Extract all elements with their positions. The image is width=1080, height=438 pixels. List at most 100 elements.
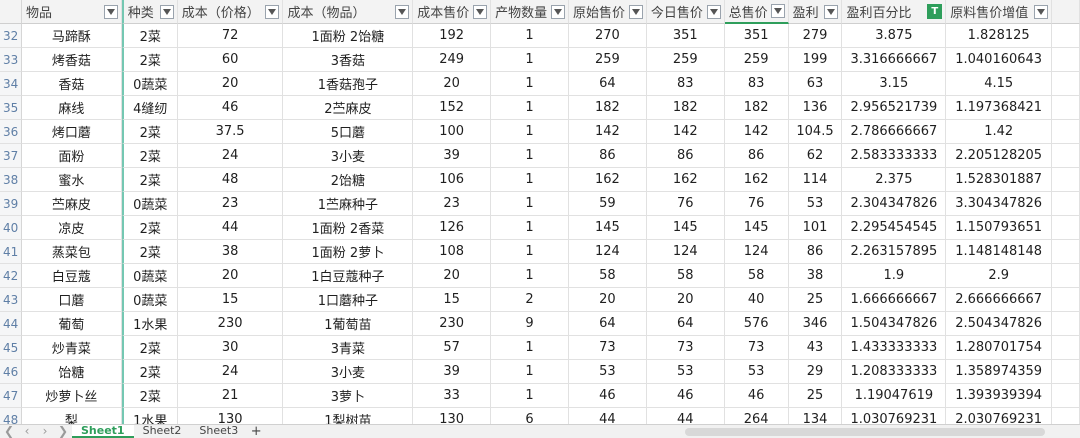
cell-output-qty[interactable]: 1 bbox=[491, 384, 569, 408]
cell-today-price[interactable]: 145 bbox=[646, 216, 725, 240]
cell-total-price[interactable]: 162 bbox=[724, 168, 789, 192]
cell-material-value-add[interactable]: 2.030769231 bbox=[946, 408, 1053, 424]
cell-material-value-add[interactable]: 1.148148148 bbox=[946, 240, 1053, 264]
cell-profit[interactable]: 86 bbox=[788, 240, 843, 264]
column-header-cost-price[interactable]: 成本（价格） bbox=[177, 0, 284, 24]
cell-original-price[interactable]: 73 bbox=[568, 336, 647, 360]
cell-item[interactable]: 炒青菜 bbox=[21, 336, 122, 360]
cell-profit[interactable]: 53 bbox=[788, 192, 843, 216]
cell-cost-sale-price[interactable]: 249 bbox=[413, 48, 492, 72]
row-number[interactable]: 34 bbox=[0, 72, 22, 96]
filter-dropdown-icon[interactable] bbox=[265, 4, 280, 19]
cell-type[interactable]: 2菜 bbox=[121, 240, 178, 264]
active-filter-icon[interactable]: T bbox=[927, 4, 943, 19]
cell-output-qty[interactable]: 1 bbox=[491, 96, 569, 120]
cell-cost-items[interactable]: 5口蘑 bbox=[283, 120, 414, 144]
select-all-corner[interactable] bbox=[0, 0, 22, 24]
filter-dropdown-icon[interactable] bbox=[159, 4, 174, 19]
last-sheet-icon[interactable]: ❯ bbox=[54, 425, 72, 438]
cell-cost-sale-price[interactable]: 39 bbox=[413, 360, 492, 384]
cell-profit-percent[interactable]: 2.956521739 bbox=[842, 96, 947, 120]
cell-material-value-add[interactable]: 1.393939394 bbox=[946, 384, 1053, 408]
sheet-tab-sheet3[interactable]: Sheet3 bbox=[190, 425, 247, 438]
cell-item[interactable]: 饴糖 bbox=[21, 360, 122, 384]
cell-material-value-add[interactable]: 2.504347826 bbox=[946, 312, 1053, 336]
cell-empty[interactable] bbox=[1052, 168, 1080, 192]
cell-profit-percent[interactable]: 1.666666667 bbox=[842, 288, 947, 312]
filter-dropdown-icon[interactable] bbox=[473, 4, 488, 19]
cell-total-price[interactable]: 142 bbox=[724, 120, 789, 144]
cell-profit-percent[interactable]: 1.504347826 bbox=[842, 312, 947, 336]
cell-profit[interactable]: 43 bbox=[788, 336, 843, 360]
cell-cost-sale-price[interactable]: 23 bbox=[413, 192, 492, 216]
cell-type[interactable]: 2菜 bbox=[121, 144, 178, 168]
filter-dropdown-icon[interactable] bbox=[770, 4, 785, 18]
cell-cost-price[interactable]: 30 bbox=[177, 336, 284, 360]
row-number[interactable]: 32 bbox=[0, 24, 22, 48]
cell-original-price[interactable]: 64 bbox=[568, 72, 647, 96]
cell-cost-price[interactable]: 130 bbox=[178, 408, 284, 424]
cell-cost-sale-price[interactable]: 126 bbox=[413, 216, 492, 240]
row-number[interactable]: 40 bbox=[0, 216, 22, 240]
cell-today-price[interactable]: 259 bbox=[646, 48, 725, 72]
cell-item[interactable]: 葡萄 bbox=[21, 312, 122, 336]
cell-total-price[interactable]: 53 bbox=[724, 360, 789, 384]
cell-total-price[interactable]: 73 bbox=[724, 336, 789, 360]
cell-output-qty[interactable]: 1 bbox=[491, 216, 569, 240]
cell-original-price[interactable]: 20 bbox=[568, 288, 647, 312]
cell-empty[interactable] bbox=[1052, 240, 1080, 264]
cell-total-price[interactable]: 145 bbox=[724, 216, 789, 240]
cell-profit[interactable]: 29 bbox=[788, 360, 843, 384]
cell-profit[interactable]: 346 bbox=[788, 312, 843, 336]
cell-cost-sale-price[interactable]: 39 bbox=[413, 144, 492, 168]
sheet-tab-sheet1[interactable]: Sheet1 bbox=[72, 425, 134, 438]
cell-empty[interactable] bbox=[1052, 264, 1080, 288]
cell-total-price[interactable]: 351 bbox=[724, 24, 789, 48]
cell-item[interactable]: 烤口蘑 bbox=[21, 120, 122, 144]
cell-original-price[interactable]: 124 bbox=[568, 240, 647, 264]
cell-output-qty[interactable]: 1 bbox=[491, 264, 569, 288]
cell-original-price[interactable]: 44 bbox=[569, 408, 647, 424]
cell-profit-percent[interactable]: 1.9 bbox=[842, 264, 947, 288]
cell-empty[interactable] bbox=[1052, 360, 1080, 384]
cell-cost-items[interactable]: 3小麦 bbox=[283, 360, 414, 384]
column-header-original-price[interactable]: 原始售价 bbox=[568, 0, 647, 24]
filter-dropdown-icon[interactable] bbox=[103, 4, 118, 19]
cell-cost-items[interactable]: 1面粉 2萝卜 bbox=[283, 240, 414, 264]
cell-type[interactable]: 1水果 bbox=[121, 312, 178, 336]
cell-cost-price[interactable]: 60 bbox=[177, 48, 284, 72]
cell-item[interactable]: 麻线 bbox=[21, 96, 122, 120]
cell-cost-sale-price[interactable]: 20 bbox=[413, 72, 492, 96]
cell-profit-percent[interactable]: 3.316666667 bbox=[842, 48, 947, 72]
cell-today-price[interactable]: 86 bbox=[646, 144, 725, 168]
cell-cost-items[interactable]: 1口蘑种子 bbox=[283, 288, 414, 312]
cell-type[interactable]: 4缝纫 bbox=[121, 96, 178, 120]
cell-profit[interactable]: 62 bbox=[788, 144, 843, 168]
cell-material-value-add[interactable]: 2.205128205 bbox=[946, 144, 1053, 168]
cell-item[interactable]: 烤香菇 bbox=[21, 48, 122, 72]
cell-profit-percent[interactable]: 2.786666667 bbox=[842, 120, 947, 144]
cell-profit-percent[interactable]: 2.375 bbox=[842, 168, 947, 192]
cell-original-price[interactable]: 64 bbox=[568, 312, 647, 336]
filter-dropdown-icon[interactable] bbox=[1034, 4, 1049, 19]
cell-today-price[interactable]: 46 bbox=[646, 384, 725, 408]
column-header-material-value-add[interactable]: 原料售价增值 bbox=[946, 0, 1053, 24]
cell-cost-sale-price[interactable]: 20 bbox=[413, 264, 492, 288]
cell-profit-percent[interactable]: 1.208333333 bbox=[842, 360, 947, 384]
cell-empty[interactable] bbox=[1052, 216, 1080, 240]
cell-today-price[interactable]: 162 bbox=[646, 168, 725, 192]
cell-profit-percent[interactable]: 3.15 bbox=[842, 72, 947, 96]
cell-empty[interactable] bbox=[1052, 96, 1080, 120]
cell-item[interactable]: 白豆蔻 bbox=[21, 264, 122, 288]
cell-cost-sale-price[interactable]: 106 bbox=[413, 168, 492, 192]
cell-cost-price[interactable]: 15 bbox=[177, 288, 284, 312]
cell-profit[interactable]: 114 bbox=[788, 168, 843, 192]
cell-item[interactable]: 蒸菜包 bbox=[21, 240, 122, 264]
cell-today-price[interactable]: 76 bbox=[646, 192, 725, 216]
cell-total-price[interactable]: 83 bbox=[724, 72, 789, 96]
cell-profit-percent[interactable]: 1.19047619 bbox=[842, 384, 947, 408]
add-sheet-button[interactable]: + bbox=[247, 425, 265, 438]
cell-cost-price[interactable]: 23 bbox=[177, 192, 284, 216]
cell-total-price[interactable]: 259 bbox=[724, 48, 789, 72]
cell-type[interactable]: 2菜 bbox=[121, 360, 178, 384]
